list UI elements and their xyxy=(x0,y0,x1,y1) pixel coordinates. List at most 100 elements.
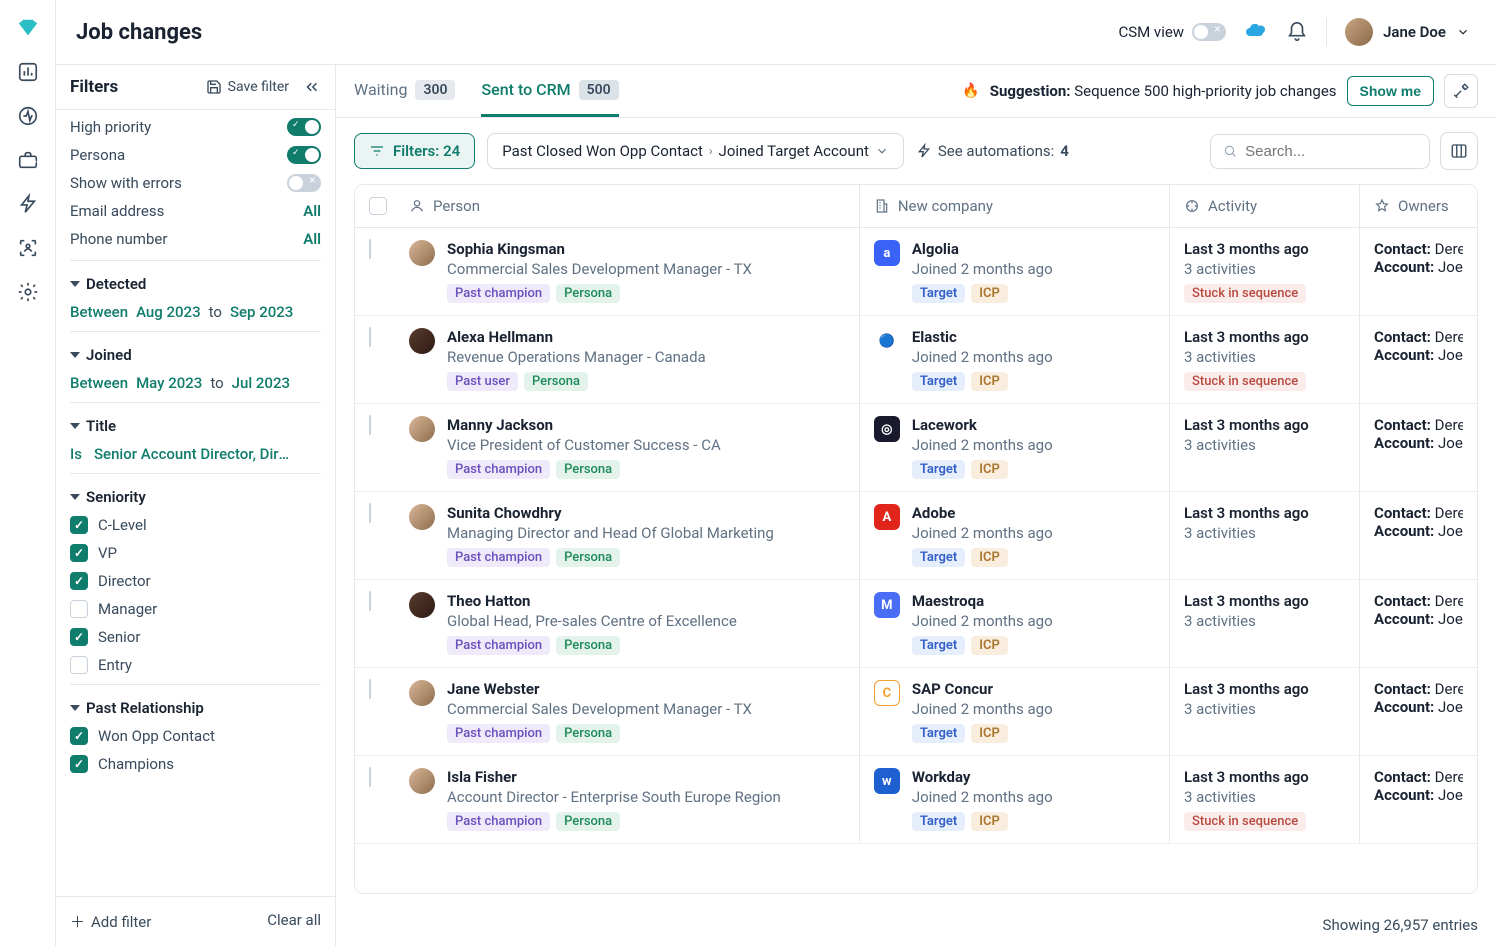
person-icon xyxy=(409,198,425,214)
row-checkbox[interactable] xyxy=(369,679,371,699)
filter-section-joined-header[interactable]: Joined xyxy=(70,346,321,364)
activity-count: 3 activities xyxy=(1184,612,1345,630)
company-logo: A xyxy=(874,504,900,530)
tab[interactable]: Sent to CRM500 xyxy=(481,65,618,117)
checkbox[interactable] xyxy=(70,628,88,646)
select-all-checkbox[interactable] xyxy=(369,197,387,215)
activity-when: Last 3 months ago xyxy=(1184,504,1345,522)
activity-when: Last 3 months ago xyxy=(1184,416,1345,434)
row-checkbox[interactable] xyxy=(369,503,371,523)
persona-tag: Past champion xyxy=(447,812,550,831)
company-joined: Joined 2 months ago xyxy=(912,700,1053,718)
dashboard-icon[interactable] xyxy=(16,60,40,84)
filter-section-pastrel-header[interactable]: Past Relationship xyxy=(70,699,321,717)
date-to[interactable]: Sep 2023 xyxy=(230,303,293,321)
tools-button[interactable] xyxy=(1444,74,1478,108)
toggle[interactable]: ✕ xyxy=(287,174,321,192)
search-input[interactable] xyxy=(1245,143,1417,160)
owner-contact: Contact: Derek xyxy=(1374,504,1463,522)
row-checkbox[interactable] xyxy=(369,591,371,611)
checkbox-row[interactable]: Senior xyxy=(70,628,321,646)
scan-icon[interactable] xyxy=(16,236,40,260)
gem-icon[interactable] xyxy=(16,16,40,40)
table-row[interactable]: Alexa Hellmann Revenue Operations Manage… xyxy=(355,316,1477,404)
company-name: SAP Concur xyxy=(912,680,1053,698)
target-icon xyxy=(1184,198,1200,214)
col-header-label: Activity xyxy=(1208,197,1257,215)
checkbox[interactable] xyxy=(70,656,88,674)
person-title: Revenue Operations Manager - Canada xyxy=(447,348,845,366)
gear-icon[interactable] xyxy=(16,280,40,304)
filter-section-title-header[interactable]: Title xyxy=(70,417,321,435)
checkbox[interactable] xyxy=(70,727,88,745)
table-row[interactable]: Manny Jackson Vice President of Customer… xyxy=(355,404,1477,492)
checkbox-row[interactable]: Champions xyxy=(70,755,321,773)
col-header-activity[interactable]: Activity xyxy=(1169,185,1359,227)
row-checkbox[interactable] xyxy=(369,415,371,435)
checkbox-row[interactable]: Director xyxy=(70,572,321,590)
add-filter-button[interactable]: ＋ Add filter xyxy=(70,911,151,932)
checkbox-row[interactable]: VP xyxy=(70,544,321,562)
checkbox-label: VP xyxy=(98,544,117,562)
filter-title-value[interactable]: Senior Account Director, Direc... xyxy=(94,445,294,463)
date-from[interactable]: Aug 2023 xyxy=(136,303,201,321)
between-label[interactable]: Between xyxy=(70,303,128,321)
quick-filter-all[interactable]: All xyxy=(303,202,321,220)
filter-section-seniority-header[interactable]: Seniority xyxy=(70,488,321,506)
checkbox[interactable] xyxy=(70,544,88,562)
toggle-icon[interactable]: ✕ xyxy=(1192,23,1226,41)
csm-view-toggle[interactable]: CSM view ✕ xyxy=(1118,23,1226,41)
table-row[interactable]: Sunita Chowdhry Managing Director and He… xyxy=(355,492,1477,580)
bolt-icon[interactable] xyxy=(16,192,40,216)
checkbox-row[interactable]: Manager xyxy=(70,600,321,618)
col-header-owners[interactable]: Owners xyxy=(1359,185,1477,227)
collapse-panel-icon[interactable] xyxy=(303,78,321,96)
checkbox-label: Won Opp Contact xyxy=(98,727,215,745)
checkbox-row[interactable]: Won Opp Contact xyxy=(70,727,321,745)
save-filter-button[interactable]: Save filter xyxy=(206,79,289,95)
row-checkbox[interactable] xyxy=(369,327,371,347)
stuck-badge: Stuck in sequence xyxy=(1184,372,1306,391)
table-row[interactable]: Isla Fisher Account Director - Enterpris… xyxy=(355,756,1477,844)
operator-label[interactable]: Is xyxy=(70,445,82,463)
avatar xyxy=(409,328,435,354)
segment-breadcrumb[interactable]: Past Closed Won Opp Contact › Joined Tar… xyxy=(487,133,904,169)
checkbox[interactable] xyxy=(70,516,88,534)
toggle[interactable]: ✓ xyxy=(287,146,321,164)
table-row[interactable]: Theo Hatton Global Head, Pre-sales Centr… xyxy=(355,580,1477,668)
user-menu[interactable]: Jane Doe xyxy=(1345,18,1470,46)
bell-icon[interactable] xyxy=(1286,21,1308,43)
tab[interactable]: Waiting300 xyxy=(354,65,455,117)
table-row[interactable]: Sophia Kingsman Commercial Sales Develop… xyxy=(355,228,1477,316)
date-from[interactable]: May 2023 xyxy=(136,374,202,392)
filters-count-button[interactable]: Filters: 24 xyxy=(354,133,475,169)
date-to[interactable]: Jul 2023 xyxy=(232,374,290,392)
row-checkbox[interactable] xyxy=(369,239,371,259)
checkbox-row[interactable]: C-Level xyxy=(70,516,321,534)
checkbox-row[interactable]: Entry xyxy=(70,656,321,674)
fire-icon: 🔥 xyxy=(962,83,979,99)
between-label[interactable]: Between xyxy=(70,374,128,392)
breadcrumb-left: Past Closed Won Opp Contact xyxy=(502,142,703,160)
persona-tag: Past champion xyxy=(447,548,550,567)
salesforce-icon[interactable] xyxy=(1244,20,1268,44)
quick-filter-all[interactable]: All xyxy=(303,230,321,248)
search-input-wrap[interactable] xyxy=(1210,134,1430,169)
checkbox[interactable] xyxy=(70,755,88,773)
briefcase-plus-icon[interactable] xyxy=(16,148,40,172)
col-header-company[interactable]: New company xyxy=(859,185,1169,227)
filter-section-detected-header[interactable]: Detected xyxy=(70,275,321,293)
clear-all-button[interactable]: Clear all xyxy=(267,911,321,932)
toggle[interactable]: ✓ xyxy=(287,118,321,136)
see-automations-link[interactable]: See automations: 4 xyxy=(916,142,1069,160)
row-checkbox[interactable] xyxy=(369,767,371,787)
columns-button[interactable] xyxy=(1440,132,1478,170)
checkbox[interactable] xyxy=(70,600,88,618)
persona-tag: Persona xyxy=(556,812,620,831)
activity-icon[interactable] xyxy=(16,104,40,128)
table-row[interactable]: Jane Webster Commercial Sales Developmen… xyxy=(355,668,1477,756)
show-me-button[interactable]: Show me xyxy=(1347,76,1434,106)
checkbox[interactable] xyxy=(70,572,88,590)
col-header-person[interactable]: Person xyxy=(395,185,859,227)
target-tag: Target xyxy=(912,460,965,479)
